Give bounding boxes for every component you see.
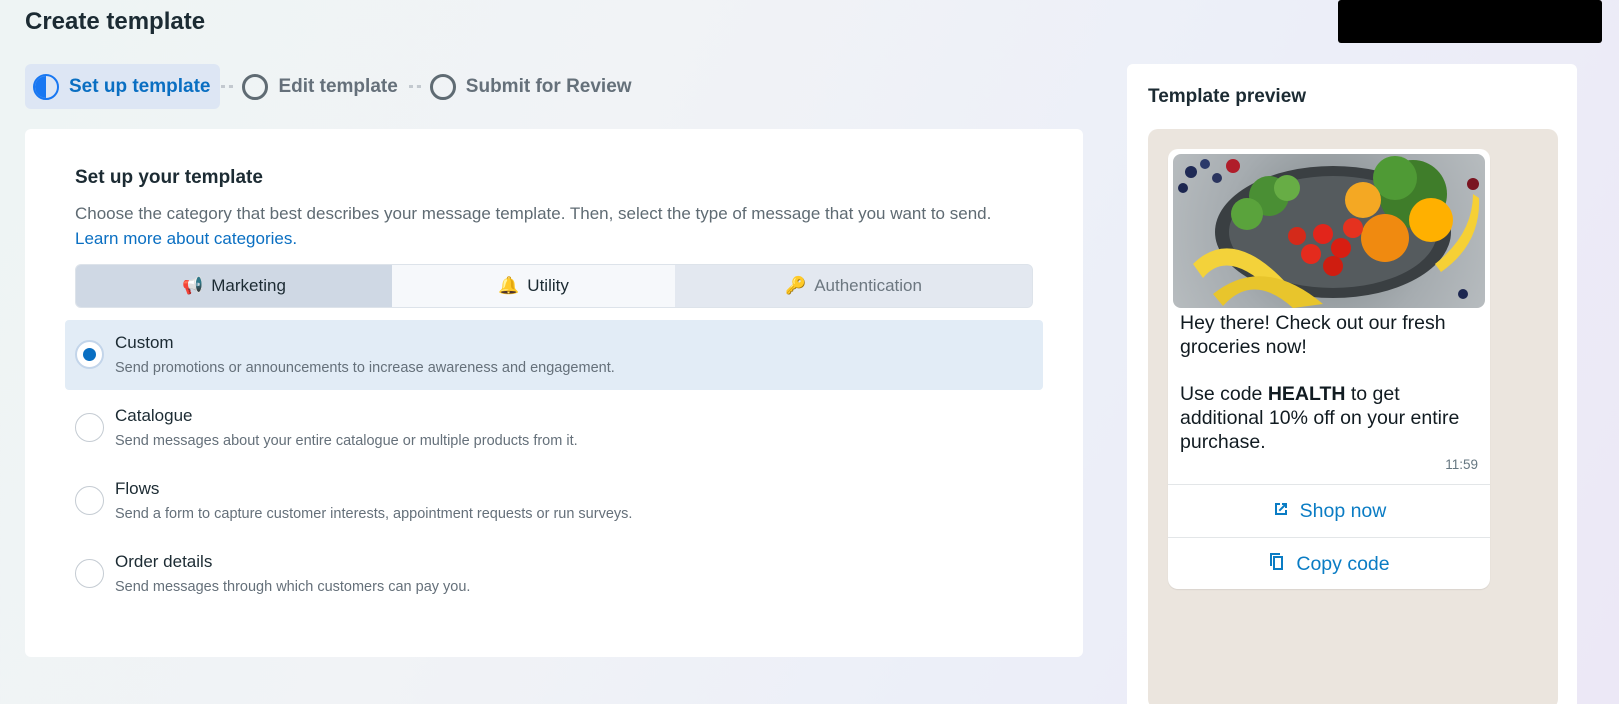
message-time: 11:59 xyxy=(1445,457,1478,472)
message-prefix: Use code xyxy=(1180,383,1268,405)
promo-code: HEALTH xyxy=(1267,383,1346,405)
chat-background: Hey there! Check out our fresh groceries… xyxy=(1148,129,1558,704)
circle-icon xyxy=(242,73,269,100)
option-title: Catalogue xyxy=(115,406,193,425)
tab-marketing[interactable]: 📢 Marketing xyxy=(76,265,392,307)
option-flows[interactable]: Flows Send a form to capture customer in… xyxy=(65,466,1043,536)
external-link-icon xyxy=(1272,500,1290,523)
stepper: Set up template Edit template Submit for… xyxy=(25,64,642,109)
button-label: Copy code xyxy=(1296,552,1390,575)
step-submit-for-review[interactable]: Submit for Review xyxy=(422,64,642,109)
copy-icon xyxy=(1268,552,1286,577)
key-icon: 🔑 xyxy=(785,276,807,295)
circle-icon xyxy=(429,73,456,100)
option-catalogue[interactable]: Catalogue Send messages about your entir… xyxy=(65,393,1043,463)
tab-label: Marketing xyxy=(211,276,286,295)
half-circle-icon xyxy=(33,73,59,100)
megaphone-icon: 📢 xyxy=(182,276,204,295)
option-description: Send a form to capture customer interest… xyxy=(115,506,633,522)
step-set-up-template[interactable]: Set up template xyxy=(25,64,221,109)
radio-button[interactable] xyxy=(75,340,104,369)
shop-now-button[interactable]: Shop now xyxy=(1168,485,1490,537)
tab-utility[interactable]: 🔔 Utility xyxy=(392,265,675,307)
tab-authentication[interactable]: 🔑 Authentication xyxy=(675,265,1032,307)
message-line-1: Hey there! Check out our fresh groceries… xyxy=(1180,312,1446,358)
template-preview-card: Template preview Hey there! Check out ou… xyxy=(1127,64,1577,704)
option-description: Send messages through which customers ca… xyxy=(115,579,471,595)
option-description: Send messages about your entire catalogu… xyxy=(115,433,578,449)
option-custom[interactable]: Custom Send promotions or announcements … xyxy=(65,320,1043,390)
step-label: Submit for Review xyxy=(465,75,632,97)
option-title: Custom xyxy=(115,333,174,352)
step-edit-template[interactable]: Edit template xyxy=(234,64,407,109)
step-label: Set up template xyxy=(69,75,211,97)
copy-code-button[interactable]: Copy code xyxy=(1168,538,1490,590)
section-title: Set up your template xyxy=(75,167,263,188)
redacted-account-area xyxy=(1338,0,1602,43)
section-description: Choose the category that best describes … xyxy=(75,201,1035,251)
tab-label: Utility xyxy=(527,276,569,295)
option-title: Order details xyxy=(115,552,213,571)
preview-title: Template preview xyxy=(1148,86,1307,107)
step-label: Edit template xyxy=(278,75,398,97)
tab-label: Authentication xyxy=(814,276,922,295)
page-title: Create template xyxy=(25,8,206,35)
message-text: Hey there! Check out our fresh groceries… xyxy=(1180,311,1480,454)
step-separator xyxy=(221,85,234,88)
groceries-illustration xyxy=(1178,156,1480,308)
learn-more-link[interactable]: Learn more about categories. xyxy=(75,226,1035,251)
groceries-image xyxy=(1173,154,1485,308)
option-description: Send promotions or announcements to incr… xyxy=(115,360,615,376)
radio-button[interactable] xyxy=(75,559,104,588)
setup-card: Set up your template Choose the category… xyxy=(25,129,1083,657)
message-bubble: Hey there! Check out our fresh groceries… xyxy=(1168,149,1490,589)
step-separator xyxy=(408,85,421,88)
message-type-options: Custom Send promotions or announcements … xyxy=(65,320,1043,612)
message-line-2: Use code HEALTH to get additional 10% of… xyxy=(1180,382,1480,454)
button-label: Shop now xyxy=(1299,499,1387,522)
description-text: Choose the category that best describes … xyxy=(75,204,992,223)
option-order-details[interactable]: Order details Send messages through whic… xyxy=(65,539,1043,609)
radio-button[interactable] xyxy=(75,413,104,442)
option-title: Flows xyxy=(115,479,160,498)
radio-button[interactable] xyxy=(75,486,104,515)
bell-icon: 🔔 xyxy=(498,276,520,295)
category-tabs: 📢 Marketing 🔔 Utility 🔑 Authentication xyxy=(75,264,1033,308)
